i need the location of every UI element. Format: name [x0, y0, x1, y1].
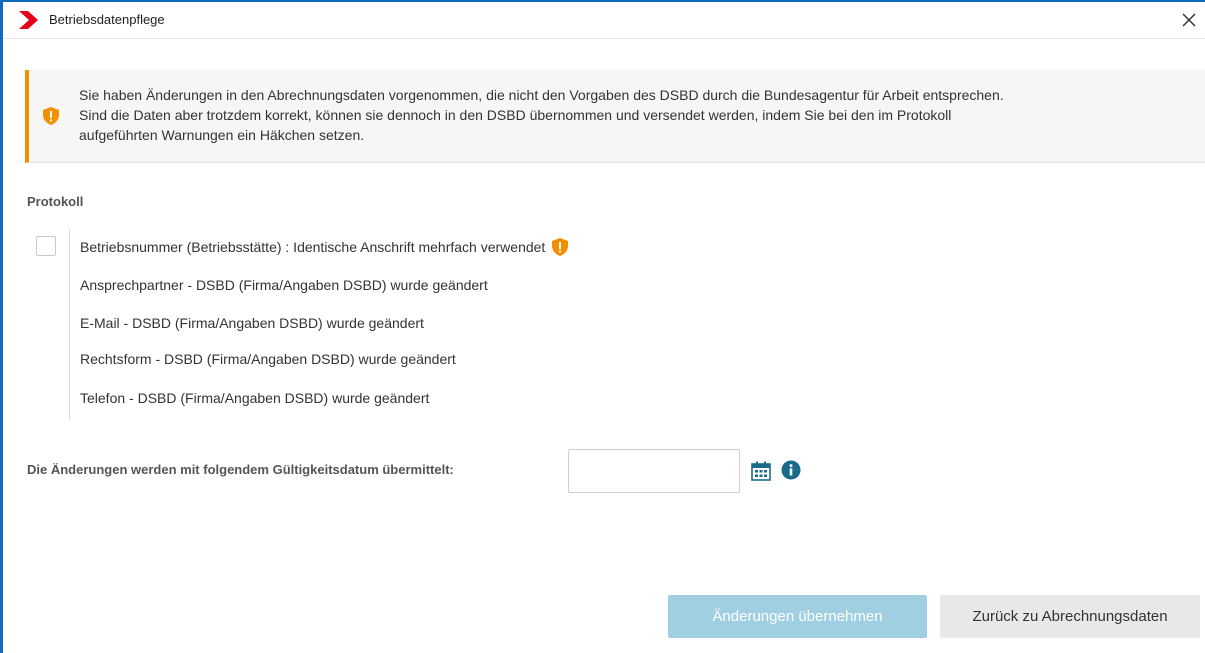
shield-warning-icon — [43, 107, 59, 125]
warning-text: Sie haben Änderungen in den Abrechnungsd… — [79, 87, 1004, 143]
title-bar: Betriebsdatenpflege — [3, 2, 1205, 39]
protocol-item-text: Telefon - DSBD (Firma/Angaben DSBD) wurd… — [80, 390, 430, 406]
apply-changes-button[interactable]: Änderungen übernehmen — [668, 595, 927, 638]
protocol-item: Rechtsform - DSBD (Firma/Angaben DSBD) w… — [80, 351, 456, 367]
protocol-item: Betriebsnummer (Betriebsstätte) : Identi… — [80, 238, 569, 256]
date-label: Die Änderungen werden mit folgendem Gült… — [27, 462, 454, 477]
shield-warning-icon — [552, 238, 569, 256]
protocol-item-text: Betriebsnummer (Betriebsstätte) : Identi… — [80, 239, 546, 255]
protocol-item-text: Rechtsform - DSBD (Firma/Angaben DSBD) w… — [80, 351, 456, 367]
protocol-list: Betriebsnummer (Betriebsstätte) : Identi… — [69, 230, 770, 420]
info-icon[interactable] — [781, 460, 801, 480]
warning-checkbox[interactable] — [36, 236, 56, 256]
warning-banner: Sie haben Änderungen in den Abrechnungsd… — [25, 70, 1205, 163]
back-to-billing-button[interactable]: Zurück zu Abrechnungsdaten — [940, 595, 1200, 638]
app-logo-icon — [19, 11, 38, 29]
protocol-item: Ansprechpartner - DSBD (Firma/Angaben DS… — [80, 277, 488, 293]
close-icon[interactable] — [1177, 8, 1201, 32]
dialog-window: Betriebsdatenpflege Sie haben Änderungen… — [0, 0, 1205, 653]
validity-date-input[interactable] — [568, 449, 740, 493]
protocol-item: E-Mail - DSBD (Firma/Angaben DSBD) wurde… — [80, 315, 424, 331]
protocol-item: Telefon - DSBD (Firma/Angaben DSBD) wurd… — [80, 390, 429, 406]
protocol-title: Protokoll — [27, 194, 84, 209]
protocol-item-text: E-Mail - DSBD (Firma/Angaben DSBD) wurde… — [80, 315, 424, 331]
protocol-item-text: Ansprechpartner - DSBD (Firma/Angaben DS… — [80, 277, 488, 293]
window-title: Betriebsdatenpflege — [49, 12, 165, 27]
calendar-icon[interactable] — [751, 461, 771, 481]
